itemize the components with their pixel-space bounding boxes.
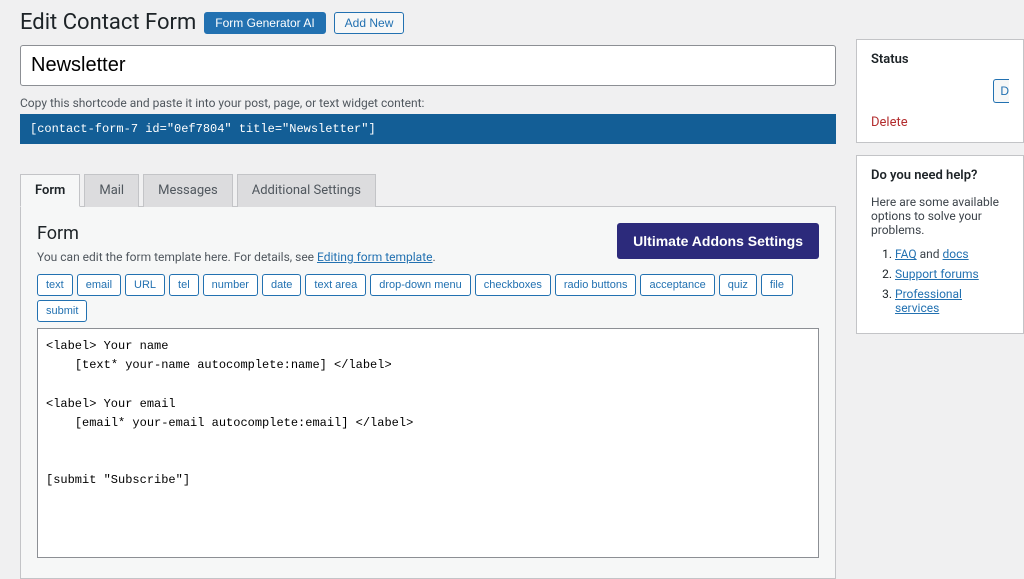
tab-form[interactable]: Form [20,174,80,207]
form-generator-ai-button[interactable]: Form Generator AI [204,12,325,34]
help-item: Support forums [895,267,1009,281]
help-metabox: Do you need help? Here are some availabl… [856,155,1024,334]
help-link[interactable]: FAQ [895,247,917,261]
tag-radio-buttons-button[interactable]: radio buttons [555,274,637,296]
tag-date-button[interactable]: date [262,274,301,296]
tag-generator-row: textemailURLtelnumberdatetext areadrop-d… [37,274,819,322]
page-title: Edit Contact Form [20,10,196,35]
help-intro: Here are some available options to solve… [871,195,1009,237]
ultimate-addons-settings-button[interactable]: Ultimate Addons Settings [617,223,819,259]
add-new-button[interactable]: Add New [334,12,405,34]
tag-drop-down-menu-button[interactable]: drop-down menu [370,274,471,296]
help-link[interactable]: docs [943,247,969,261]
form-template-textarea[interactable] [37,328,819,558]
help-link[interactable]: Support forums [895,267,979,281]
duplicate-button[interactable]: D [993,79,1009,103]
form-panel-heading: Form [37,223,436,244]
help-list: FAQ and docs Support forums Professional s… [871,247,1009,315]
help-heading: Do you need help? [871,168,1009,183]
tag-text-button[interactable]: text [37,274,73,296]
form-title-input[interactable] [20,45,836,86]
tag-tel-button[interactable]: tel [169,274,199,296]
panel-tabs: Form Mail Messages Additional Settings [20,174,836,207]
delete-link[interactable]: Delete [871,115,908,130]
tag-text-area-button[interactable]: text area [305,274,366,296]
tag-quiz-button[interactable]: quiz [719,274,757,296]
editing-form-template-link[interactable]: Editing form template [317,250,432,264]
tag-checkboxes-button[interactable]: checkboxes [475,274,551,296]
tab-mail[interactable]: Mail [84,174,139,207]
tab-additional-settings[interactable]: Additional Settings [237,174,376,207]
tag-submit-button[interactable]: submit [37,300,87,322]
tag-URL-button[interactable]: URL [125,274,165,296]
status-metabox: Status D Delete [856,39,1024,143]
status-heading: Status [871,52,1009,67]
help-item: Professional services [895,287,1009,315]
help-link[interactable]: Professional services [895,287,962,315]
shortcode-instruction: Copy this shortcode and paste it into yo… [20,96,836,110]
help-item: FAQ and docs [895,247,1009,261]
tag-email-button[interactable]: email [77,274,121,296]
form-panel: Form You can edit the form template here… [20,207,836,579]
tag-file-button[interactable]: file [761,274,793,296]
tab-messages[interactable]: Messages [143,174,233,207]
form-panel-description: You can edit the form template here. For… [37,250,436,264]
tag-number-button[interactable]: number [203,274,258,296]
tag-acceptance-button[interactable]: acceptance [640,274,714,296]
shortcode-value[interactable]: [contact-form-7 id="0ef7804" title="News… [20,114,836,144]
